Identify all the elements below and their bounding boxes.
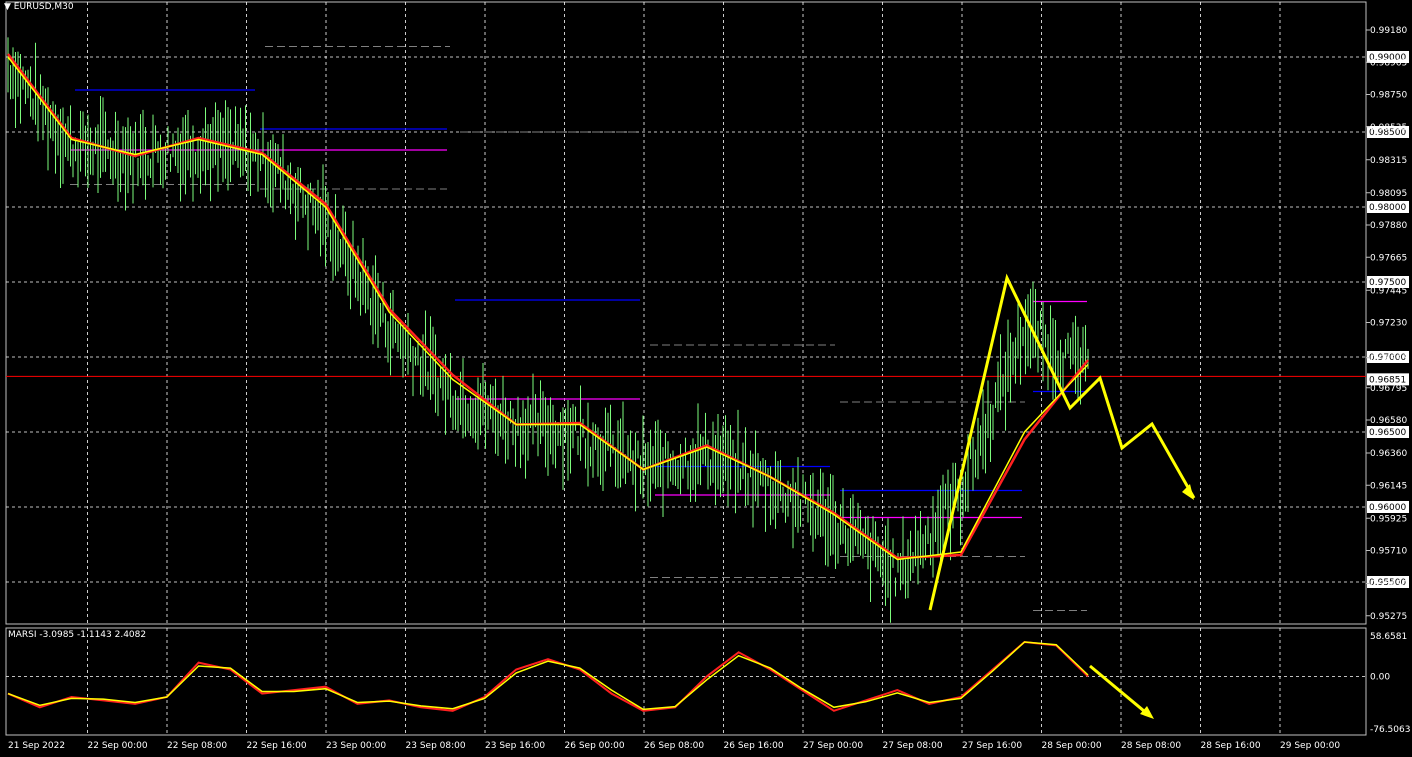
- y-tick-label: 0.97445: [1370, 286, 1407, 296]
- y-tick-label: 0.98315: [1370, 156, 1407, 166]
- y-tick-label: 0.97230: [1370, 319, 1407, 329]
- x-tick-label: 26 Sep 08:00: [644, 741, 704, 751]
- x-tick-label: 22 Sep 16:00: [247, 741, 307, 751]
- indicator-line-yellow: [7, 641, 1089, 711]
- y-tick-label: 0.99180: [1370, 26, 1407, 36]
- x-tick-label: 23 Sep 08:00: [406, 741, 466, 751]
- indicator-y-tick-label: -76.5063: [1370, 725, 1410, 735]
- x-tick-label: 21 Sep 2022: [8, 741, 65, 751]
- y-tick-label: 0.96145: [1370, 481, 1407, 491]
- x-tick-label: 27 Sep 16:00: [962, 741, 1022, 751]
- moving-average-slow: [7, 53, 1089, 560]
- price-level-label: 0.98000: [1369, 203, 1406, 213]
- y-tick-label: 0.97665: [1370, 253, 1407, 263]
- symbol-timeframe: EURUSD,M30: [13, 2, 74, 12]
- x-tick-label: 22 Sep 00:00: [88, 741, 148, 751]
- y-tick-label: 0.96580: [1370, 416, 1407, 426]
- indicator-pane-frame: [5, 627, 1367, 736]
- price-level-label: 0.96000: [1369, 503, 1406, 513]
- chart-window[interactable]: 21 Sep 2022 22 Sep 00:00 22 Sep 08:00 22 Se…: [0, 0, 1412, 757]
- y-tick-label: 0.98965: [1370, 58, 1407, 68]
- current-price-label: 0.96851: [1369, 375, 1406, 385]
- y-tick-label: 0.98535: [1370, 123, 1407, 133]
- x-tick-label: 22 Sep 08:00: [167, 741, 227, 751]
- symbol-label: ▼ EURUSD,M30: [4, 2, 74, 12]
- x-tick-label: 28 Sep 08:00: [1121, 741, 1181, 751]
- y-tick-label: 0.97880: [1370, 221, 1407, 231]
- x-tick-label: 28 Sep 00:00: [1042, 741, 1102, 751]
- y-tick-label: 0.95710: [1370, 547, 1407, 557]
- x-tick-label: 28 Sep 16:00: [1201, 741, 1261, 751]
- y-tick-label: 0.98750: [1370, 91, 1407, 101]
- indicator-y-tick-label: 58.6581: [1370, 632, 1407, 642]
- indicator-title: MARSI -3.0985 -1.1143 2.4082: [8, 630, 147, 640]
- price-chart[interactable]: 21 Sep 2022 22 Sep 00:00 22 Sep 08:00 22 Se…: [0, 0, 1412, 757]
- indicator-forecast-arrow: [1089, 664, 1151, 718]
- y-tick-label: 0.96995: [1370, 354, 1407, 364]
- price-level-label: 0.96500: [1369, 428, 1406, 438]
- x-tick-label: 27 Sep 08:00: [883, 741, 943, 751]
- y-tick-label: 0.95275: [1370, 612, 1407, 622]
- main-pane-frame: [5, 1, 1367, 625]
- x-tick-label: 26 Sep 00:00: [565, 741, 625, 751]
- y-tick-label: 0.95490: [1370, 580, 1407, 590]
- forecast-zigzag-annotation: [928, 273, 1196, 611]
- y-tick-label: 0.95925: [1370, 514, 1407, 524]
- x-tick-label: 26 Sep 16:00: [724, 741, 784, 751]
- y-tick-label: 0.98095: [1370, 189, 1407, 199]
- x-tick-label: 23 Sep 16:00: [485, 741, 545, 751]
- x-tick-label: 27 Sep 00:00: [803, 741, 863, 751]
- x-tick-label: 29 Sep 00:00: [1280, 741, 1340, 751]
- collapse-triangle-icon[interactable]: ▼: [4, 2, 11, 12]
- y-tick-label: 0.96360: [1370, 449, 1407, 459]
- x-tick-label: 23 Sep 00:00: [326, 741, 386, 751]
- indicator-y-tick-label: 0.00: [1370, 672, 1390, 682]
